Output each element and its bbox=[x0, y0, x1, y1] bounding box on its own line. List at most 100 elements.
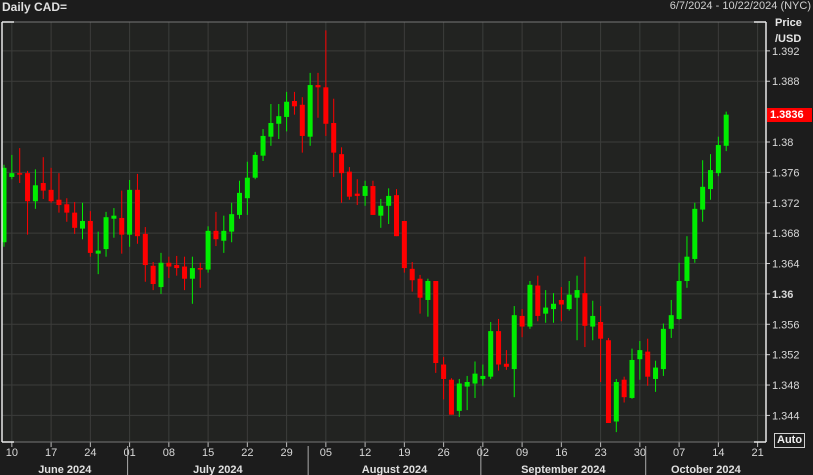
candle-body bbox=[323, 87, 329, 124]
candle-body bbox=[205, 230, 211, 270]
candle-body bbox=[590, 315, 596, 327]
candle-body bbox=[692, 208, 698, 259]
candle-body bbox=[645, 351, 651, 377]
candle-body bbox=[174, 265, 180, 269]
candle-body bbox=[519, 315, 525, 327]
candle bbox=[433, 280, 439, 373]
x-tick-label: 16 bbox=[555, 447, 567, 459]
candle-body bbox=[331, 123, 337, 153]
candle-body bbox=[119, 217, 125, 235]
auto-scale-button[interactable]: Auto bbox=[774, 433, 806, 448]
x-tick-label: 26 bbox=[437, 447, 449, 459]
candle-body bbox=[598, 322, 604, 339]
candle-body bbox=[676, 280, 682, 319]
candle-body bbox=[127, 189, 133, 235]
y-tick-label: 1.36 bbox=[772, 289, 793, 301]
candle-body bbox=[103, 217, 109, 250]
candle-body bbox=[221, 230, 227, 241]
candle bbox=[527, 280, 533, 329]
candle-body bbox=[158, 262, 164, 288]
x-tick-label: 19 bbox=[398, 447, 410, 459]
candle-body bbox=[244, 177, 250, 199]
candle-body bbox=[715, 145, 721, 174]
candle-body bbox=[134, 189, 140, 237]
candle-body bbox=[480, 375, 486, 379]
y-tick-label: 1.352 bbox=[772, 350, 800, 362]
y-tick-label: 1.348 bbox=[772, 380, 800, 392]
candle-body bbox=[56, 199, 62, 206]
candle-body bbox=[25, 173, 31, 202]
candle-body bbox=[409, 268, 415, 281]
month-label: June 2024 bbox=[38, 464, 92, 475]
candle-body bbox=[441, 364, 447, 379]
x-tick-label: 15 bbox=[202, 447, 214, 459]
candle-body bbox=[87, 220, 93, 253]
candle-body bbox=[197, 268, 203, 270]
x-tick-label: 29 bbox=[280, 447, 292, 459]
price-axis-label: Price /USD bbox=[775, 15, 802, 47]
y-tick-label: 1.344 bbox=[772, 410, 800, 422]
candle-body bbox=[9, 173, 15, 177]
x-tick-label: 01 bbox=[123, 447, 135, 459]
y-tick-label: 1.356 bbox=[772, 319, 800, 331]
candle-body bbox=[448, 379, 454, 415]
candle-body bbox=[95, 250, 101, 254]
candle bbox=[605, 337, 611, 424]
last-price-tag: 1.3836 bbox=[767, 107, 812, 122]
x-tick-label: 07 bbox=[673, 447, 685, 459]
month-label: August 2024 bbox=[362, 464, 428, 475]
x-tick-label: 05 bbox=[320, 447, 332, 459]
candle-body bbox=[213, 230, 219, 240]
candle-body bbox=[401, 220, 407, 269]
candle-body bbox=[72, 212, 78, 228]
y-tick-label: 1.376 bbox=[772, 167, 800, 179]
candle bbox=[346, 167, 352, 200]
candle-body bbox=[700, 186, 706, 210]
candle-body bbox=[629, 359, 635, 398]
candle-body bbox=[488, 331, 494, 377]
candle-body bbox=[142, 233, 148, 266]
candle-body bbox=[543, 307, 549, 314]
candle-body bbox=[464, 382, 470, 387]
candle-body bbox=[582, 293, 588, 326]
candle-body bbox=[605, 340, 611, 424]
candle-body bbox=[394, 195, 399, 237]
x-tick-label: 14 bbox=[712, 447, 724, 459]
y-tick-label: 1.392 bbox=[772, 46, 800, 58]
candle-body bbox=[64, 204, 70, 213]
candle-body bbox=[111, 215, 117, 219]
candle-body bbox=[237, 192, 242, 215]
candle-body bbox=[535, 285, 541, 316]
candle-body bbox=[637, 350, 643, 360]
candle-body bbox=[653, 367, 659, 379]
date-axis: 10 17 24 01 08 15 22 29 05 12 19 26 02 09 16 23 30 07 14 21… bbox=[6, 442, 764, 475]
candle-body bbox=[496, 331, 502, 365]
candle-body bbox=[433, 280, 439, 364]
candle-body bbox=[723, 114, 729, 146]
x-tick-label: 22 bbox=[241, 447, 253, 459]
price-axis: 1.392 1.388 1.38 1.376 1.372 1.368 1.364 1.36 1.… bbox=[766, 46, 800, 422]
candle-body bbox=[425, 280, 431, 300]
candle-body bbox=[668, 315, 674, 329]
candle-body bbox=[315, 85, 321, 88]
candle-body bbox=[150, 265, 156, 285]
candle bbox=[660, 323, 666, 376]
x-tick-label: 10 bbox=[6, 447, 18, 459]
candle bbox=[692, 202, 698, 263]
candle-body bbox=[276, 116, 282, 124]
candle bbox=[252, 151, 258, 180]
candle bbox=[401, 220, 407, 273]
candle-body bbox=[32, 185, 38, 202]
plot-background bbox=[2, 22, 766, 442]
candle-body bbox=[684, 256, 690, 281]
y-tick-label: 1.368 bbox=[772, 228, 800, 240]
candle-body bbox=[708, 170, 713, 190]
candle-body bbox=[252, 154, 258, 178]
x-tick-label: 02 bbox=[477, 447, 489, 459]
x-tick-label: 24 bbox=[84, 447, 96, 459]
y-tick-label: 1.364 bbox=[772, 259, 800, 271]
candle-body bbox=[260, 135, 266, 156]
candle-body bbox=[40, 183, 46, 191]
x-tick-label: 17 bbox=[45, 447, 57, 459]
y-tick-label: 1.372 bbox=[772, 198, 800, 210]
